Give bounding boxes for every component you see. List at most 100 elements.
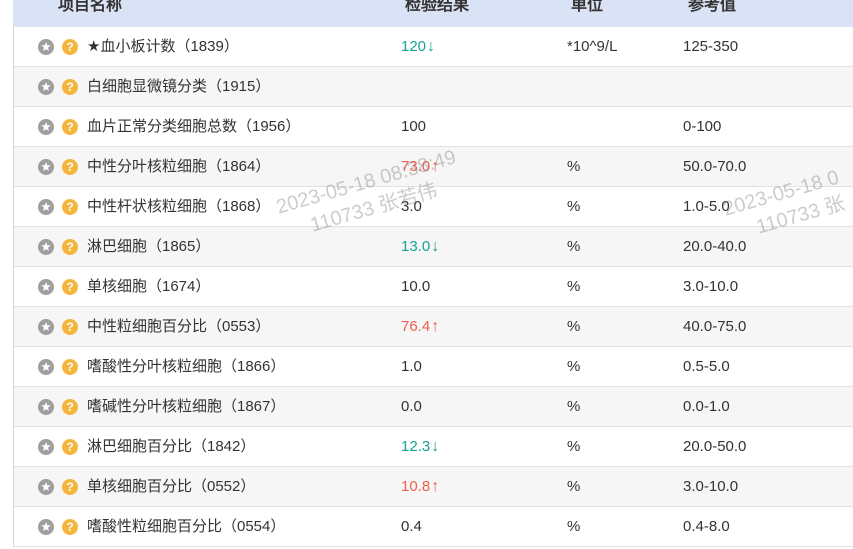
table-row: ? 中性粒细胞百分比（0553） 76.4↑% 40.0-75.0 — [14, 307, 853, 347]
unit: % — [567, 518, 581, 535]
star-icon[interactable] — [38, 119, 54, 135]
result-value-cell — [401, 67, 402, 106]
item-name: ★血小板计数（1839） — [87, 38, 239, 55]
unit: % — [567, 318, 581, 335]
result-flag: ↑ — [431, 158, 440, 175]
reference-range: 3.0-10.0 — [683, 278, 739, 295]
star-icon[interactable] — [38, 199, 54, 215]
item-name: 淋巴细胞（1865） — [87, 238, 211, 255]
item-name: 淋巴细胞百分比（1842） — [87, 438, 256, 455]
table-row: ? 中性分叶核粒细胞（1864） 73.0↑% 50.0-70.0 — [14, 147, 853, 187]
result-value-cell: 0.0 — [401, 387, 423, 426]
question-icon[interactable]: ? — [62, 439, 78, 455]
result-value: 3.0 — [401, 198, 422, 215]
result-value: 120 — [401, 38, 427, 55]
question-icon[interactable]: ? — [62, 479, 78, 495]
result-value-cell: 0.4 — [401, 507, 423, 546]
table-row: ? 嗜酸性分叶核粒细胞（1866） 1.0% 0.5-5.0 — [14, 347, 853, 387]
result-value: 0.4 — [401, 518, 422, 535]
unit: % — [567, 438, 581, 455]
column-header-result: 检验结果 — [405, 0, 470, 14]
column-header-reference: 参考值 — [688, 0, 737, 14]
unit: % — [567, 278, 581, 295]
table-row: ? 血片正常分类细胞总数（1956） 100 0-100 — [14, 107, 853, 147]
reference-range: 3.0-10.0 — [683, 478, 739, 495]
result-value-cell: 1.0 — [401, 347, 423, 386]
item-name: 血片正常分类细胞总数（1956） — [87, 118, 301, 135]
star-icon[interactable] — [38, 359, 54, 375]
star-icon[interactable] — [38, 439, 54, 455]
item-name: 白细胞显微镜分类（1915） — [87, 78, 271, 95]
star-icon[interactable] — [38, 159, 54, 175]
result-value: 73.0 — [401, 158, 431, 175]
item-name: 嗜碱性分叶核粒细胞（1867） — [87, 398, 286, 415]
table-row: ? 嗜碱性分叶核粒细胞（1867） 0.0% 0.0-1.0 — [14, 387, 853, 427]
star-icon[interactable] — [38, 479, 54, 495]
result-value: 1.0 — [401, 358, 422, 375]
unit: % — [567, 158, 581, 175]
result-value: 12.3 — [401, 438, 431, 455]
item-name: 单核细胞（1674） — [87, 278, 211, 295]
result-value-cell: 120↓ — [401, 27, 435, 66]
result-value: 0.0 — [401, 398, 422, 415]
question-icon[interactable]: ? — [62, 39, 78, 55]
question-icon[interactable]: ? — [62, 359, 78, 375]
star-icon[interactable] — [38, 79, 54, 95]
result-table: ? ★血小板计数（1839） 120↓ *10^9/L 125-350? 白细胞显微镜分类… — [13, 27, 853, 547]
result-value: 76.4 — [401, 318, 431, 335]
question-icon[interactable]: ? — [62, 319, 78, 335]
column-header-unit: 单位 — [571, 0, 604, 14]
reference-range: 50.0-70.0 — [683, 158, 747, 175]
result-value-cell: 76.4↑ — [401, 307, 439, 346]
star-icon[interactable] — [38, 39, 54, 55]
result-value: 13.0 — [401, 238, 431, 255]
table-row: ? 白细胞显微镜分类（1915） — [14, 67, 853, 107]
table-row: ? 淋巴细胞百分比（1842） 12.3↓% 20.0-50.0 — [14, 427, 853, 467]
result-flag: ↓ — [427, 38, 436, 55]
star-icon[interactable] — [38, 519, 54, 535]
reference-range: 20.0-50.0 — [683, 438, 747, 455]
reference-range: 0.4-8.0 — [683, 518, 730, 535]
column-header-item-name: 项目名称 — [58, 0, 123, 14]
question-icon[interactable]: ? — [62, 79, 78, 95]
question-icon[interactable]: ? — [62, 119, 78, 135]
star-icon[interactable] — [38, 319, 54, 335]
result-value-cell: 10.0 — [401, 267, 431, 306]
reference-range: 0.0-1.0 — [683, 398, 730, 415]
unit: % — [567, 238, 581, 255]
unit: % — [567, 478, 581, 495]
reference-range: 1.0-5.0 — [683, 198, 730, 215]
unit: % — [567, 198, 581, 215]
unit: % — [567, 398, 581, 415]
question-icon[interactable]: ? — [62, 199, 78, 215]
result-flag: ↑ — [431, 478, 440, 495]
question-icon[interactable]: ? — [62, 159, 78, 175]
question-icon[interactable]: ? — [62, 399, 78, 415]
result-value-cell: 3.0 — [401, 187, 423, 226]
reference-range: 125-350 — [683, 38, 739, 55]
result-flag: ↑ — [431, 318, 440, 335]
star-icon[interactable] — [38, 399, 54, 415]
table-row: ? 淋巴细胞（1865） 13.0↓% 20.0-40.0 — [14, 227, 853, 267]
item-name: 嗜酸性粒细胞百分比（0554） — [87, 518, 286, 535]
star-icon[interactable] — [38, 279, 54, 295]
reference-range: 40.0-75.0 — [683, 318, 747, 335]
result-value: 100 — [401, 118, 427, 135]
result-value-cell: 12.3↓ — [401, 427, 439, 466]
result-value-cell: 10.8↑ — [401, 467, 439, 506]
table-row: ? 单核细胞百分比（0552） 10.8↑% 3.0-10.0 — [14, 467, 853, 507]
table-row: ? ★血小板计数（1839） 120↓ *10^9/L 125-350 — [14, 27, 853, 67]
question-icon[interactable]: ? — [62, 239, 78, 255]
star-icon[interactable] — [38, 239, 54, 255]
question-icon[interactable]: ? — [62, 519, 78, 535]
item-name: 中性杆状核粒细胞（1868） — [87, 198, 271, 215]
question-icon[interactable]: ? — [62, 279, 78, 295]
table-row: ? 嗜酸性粒细胞百分比（0554） 0.4% 0.4-8.0 — [14, 507, 853, 547]
item-name: 中性分叶核粒细胞（1864） — [87, 158, 271, 175]
result-flag: ↓ — [431, 238, 440, 255]
unit: % — [567, 358, 581, 375]
result-flag: ↓ — [431, 438, 440, 455]
unit: *10^9/L — [567, 38, 618, 55]
table-row: ? 中性杆状核粒细胞（1868） 3.0% 1.0-5.0 — [14, 187, 853, 227]
table-row: ? 单核细胞（1674） 10.0% 3.0-10.0 — [14, 267, 853, 307]
